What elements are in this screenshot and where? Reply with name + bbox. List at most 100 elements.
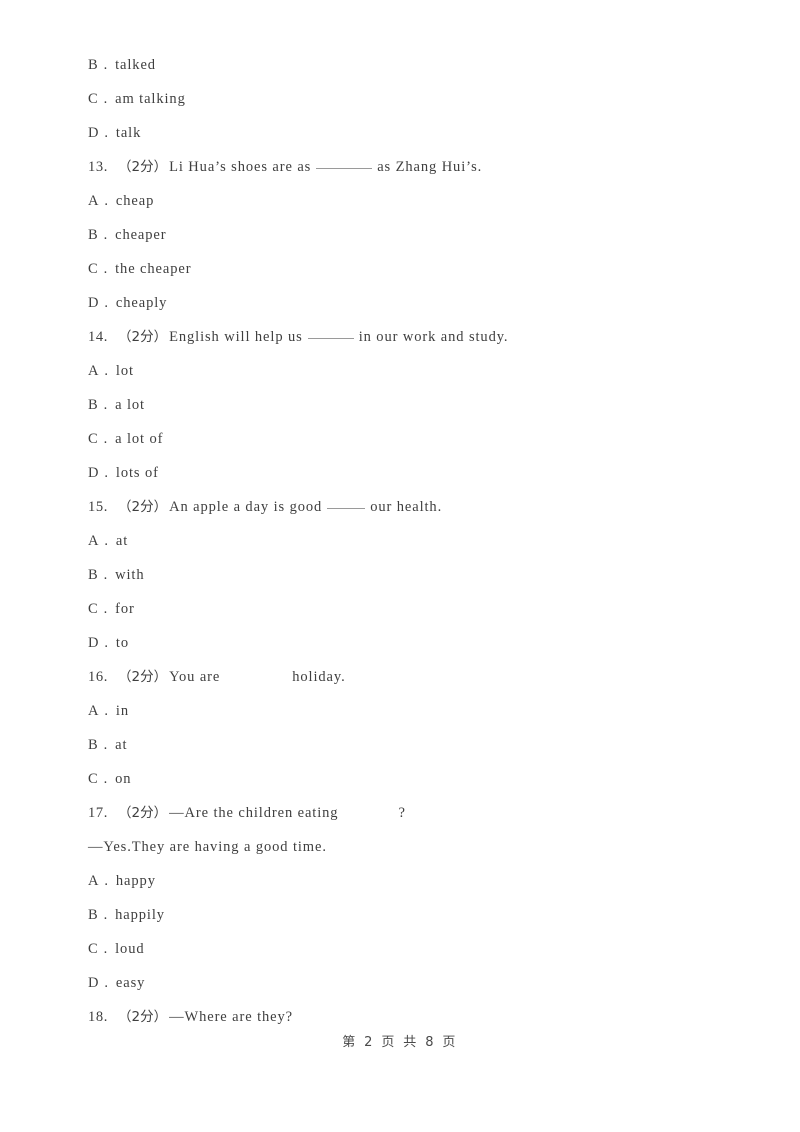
question-stem-before: Li Hua’s shoes are as [169, 159, 312, 175]
answer-option: C. the cheaper [88, 252, 728, 286]
option-separator: . [103, 907, 109, 923]
option-letter: C [88, 941, 99, 957]
option-text: am talking [115, 91, 186, 107]
option-separator: . [103, 941, 109, 957]
option-separator: . [103, 261, 109, 277]
answer-option: D. easy [88, 966, 728, 1000]
option-separator: . [104, 465, 109, 481]
option-text: cheap [115, 193, 155, 209]
question-stem-after: as Zhang Hui’s. [377, 159, 483, 175]
question-line: 17. （2分） —Are the children eating? [88, 796, 728, 830]
option-text: the cheaper [115, 261, 192, 277]
question-marks: （2分） [118, 1009, 168, 1025]
option-letter: B [88, 397, 99, 413]
question-stem-before: —Where are they? [169, 1009, 293, 1025]
answer-blank[interactable] [316, 168, 373, 169]
question-number: 14. [88, 329, 108, 345]
answer-option: B. talked [88, 48, 728, 82]
answer-option: A. happy [88, 864, 728, 898]
answer-option: B. cheaper [88, 218, 728, 252]
option-text: a lot [115, 397, 145, 413]
answer-option: A. in [88, 694, 728, 728]
dialogue-text: —Yes.They are having a good time. [88, 839, 327, 855]
option-text: happily [115, 907, 165, 923]
option-text: lots of [115, 465, 159, 481]
option-text: cheaper [115, 227, 167, 243]
option-separator: . [104, 703, 109, 719]
question-line: 16. （2分） You are holiday. [88, 660, 728, 694]
option-separator: . [104, 975, 109, 991]
answer-option: B. with [88, 558, 728, 592]
option-separator: . [103, 601, 109, 617]
option-separator: . [103, 431, 109, 447]
option-letter: D [88, 125, 100, 141]
answer-option: C. on [88, 762, 728, 796]
option-letter: D [88, 975, 100, 991]
option-letter: B [88, 227, 99, 243]
answer-option: C. am talking [88, 82, 728, 116]
question-line: 18. （2分） —Where are they? [88, 1000, 728, 1034]
option-text: lot [115, 363, 134, 379]
question-number: 13. [88, 159, 108, 175]
answer-option: B. happily [88, 898, 728, 932]
answer-blank[interactable] [307, 338, 354, 339]
answer-option: A. at [88, 524, 728, 558]
option-separator: . [104, 363, 109, 379]
question-marks: （2分） [118, 805, 168, 821]
question-line: 15. （2分） An apple a day is good our health. [88, 490, 728, 524]
question-list: B. talked C. am talking D. talk 13. （2分） Li Hua’… [88, 48, 728, 1034]
option-separator: . [104, 873, 109, 889]
question-marks: （2分） [118, 499, 168, 515]
option-letter: A [88, 703, 100, 719]
option-text: at [115, 533, 129, 549]
question-stem-before: —Are the children eating [169, 805, 339, 821]
answer-option: A. cheap [88, 184, 728, 218]
option-separator: . [103, 567, 109, 583]
option-letter: D [88, 295, 100, 311]
answer-blank[interactable] [327, 508, 366, 509]
answer-option: D. talk [88, 116, 728, 150]
option-text: for [115, 601, 135, 617]
answer-option: D. lots of [88, 456, 728, 490]
option-letter: D [88, 465, 100, 481]
answer-option: D. to [88, 626, 728, 660]
question-number: 15. [88, 499, 108, 515]
option-letter: C [88, 431, 99, 447]
dialogue-line: —Yes.They are having a good time. [88, 830, 728, 864]
question-marks: （2分） [118, 159, 168, 175]
option-text: a lot of [115, 431, 164, 447]
answer-option: C. for [88, 592, 728, 626]
question-marks: （2分） [118, 669, 168, 685]
option-letter: B [88, 567, 99, 583]
option-text: on [115, 771, 132, 787]
option-text: cheaply [115, 295, 168, 311]
answer-option: D. cheaply [88, 286, 728, 320]
option-text: easy [115, 975, 146, 991]
answer-option: B. at [88, 728, 728, 762]
option-text: happy [115, 873, 156, 889]
option-text: talked [115, 57, 156, 73]
question-number: 16. [88, 669, 108, 685]
question-stem-before: You are [169, 669, 221, 685]
question-line: 13. （2分） Li Hua’s shoes are as as Zhang Hui… [88, 150, 728, 184]
option-separator: . [104, 193, 109, 209]
option-letter: A [88, 873, 100, 889]
option-letter: B [88, 907, 99, 923]
option-text: loud [115, 941, 145, 957]
document-page: B. talked C. am talking D. talk 13. （2分） Li Hua’… [0, 0, 800, 1132]
option-letter: A [88, 363, 100, 379]
option-letter: A [88, 193, 100, 209]
option-letter: C [88, 91, 99, 107]
answer-option: B. a lot [88, 388, 728, 422]
option-text: at [115, 737, 128, 753]
option-separator: . [103, 771, 109, 787]
option-separator: . [103, 57, 109, 73]
option-letter: C [88, 261, 99, 277]
option-separator: . [103, 397, 109, 413]
option-letter: C [88, 771, 99, 787]
question-marks: （2分） [118, 329, 168, 345]
option-separator: . [103, 737, 109, 753]
question-stem-after: ? [398, 805, 406, 821]
question-stem-after: in our work and study. [358, 329, 509, 345]
question-stem-before: English will help us [169, 329, 303, 345]
